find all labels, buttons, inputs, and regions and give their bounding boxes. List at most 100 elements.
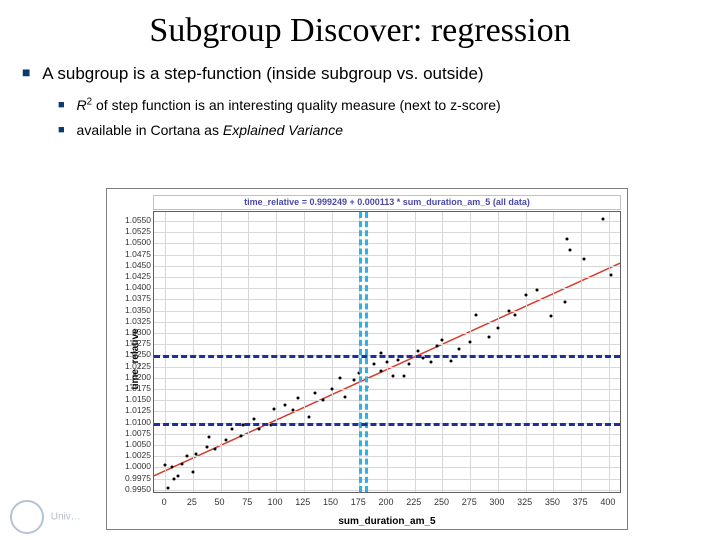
chart-plot-area bbox=[153, 211, 621, 493]
chart-point bbox=[408, 363, 411, 366]
chart-xtick: 25 bbox=[180, 497, 204, 507]
chart-point bbox=[230, 428, 233, 431]
chart-xtick: 300 bbox=[485, 497, 509, 507]
chart-point bbox=[321, 399, 324, 402]
chart-ytick: 1.0225 bbox=[109, 361, 151, 371]
chart-ytick: 0.9975 bbox=[109, 473, 151, 483]
chart-xtick: 225 bbox=[402, 497, 426, 507]
chart-xtick: 200 bbox=[374, 497, 398, 507]
chart-point bbox=[550, 314, 553, 317]
chart-point bbox=[164, 464, 167, 467]
chart-point bbox=[258, 428, 261, 431]
chart-xtick: 375 bbox=[568, 497, 592, 507]
chart-point bbox=[339, 376, 342, 379]
chart-ytick: 1.0175 bbox=[109, 383, 151, 393]
chart-xtick: 0 bbox=[152, 497, 176, 507]
chart-point bbox=[441, 338, 444, 341]
chart-point bbox=[291, 409, 294, 412]
chart-ytick: 1.0350 bbox=[109, 305, 151, 315]
chart-point bbox=[569, 249, 572, 252]
chart-ytick: 1.0050 bbox=[109, 439, 151, 449]
chart-point bbox=[602, 217, 605, 220]
chart-point bbox=[225, 439, 228, 442]
chart-ytick: 1.0425 bbox=[109, 271, 151, 281]
chart-point bbox=[297, 396, 300, 399]
chart-point bbox=[535, 289, 538, 292]
chart-point bbox=[435, 345, 438, 348]
chart-ytick: 1.0100 bbox=[109, 417, 151, 427]
chart-point bbox=[177, 475, 180, 478]
chart-point bbox=[496, 327, 499, 330]
chart-point bbox=[330, 387, 333, 390]
chart-xtick: 75 bbox=[235, 497, 259, 507]
footer-logo-area: Univ… bbox=[10, 500, 81, 534]
chart-ytick: 1.0400 bbox=[109, 282, 151, 292]
chart-ytick: 1.0450 bbox=[109, 260, 151, 270]
chart-xtick: 175 bbox=[346, 497, 370, 507]
chart-point bbox=[469, 340, 472, 343]
chart-xtick: 125 bbox=[291, 497, 315, 507]
chart-point bbox=[508, 309, 511, 312]
chart-xtick: 350 bbox=[540, 497, 564, 507]
chart-equation: time_relative = 0.999249 + 0.000113 * su… bbox=[153, 195, 621, 210]
chart-ytick: 1.0000 bbox=[109, 461, 151, 471]
chart-ytick: 1.0325 bbox=[109, 316, 151, 326]
subgroup-boundary-vertical bbox=[365, 212, 368, 492]
chart-xtick: 250 bbox=[429, 497, 453, 507]
chart-point bbox=[380, 370, 383, 373]
slide: Subgroup Discover: regression ■ A subgro… bbox=[0, 0, 720, 540]
bullet-sub-2: ■ available in Cortana as Explained Vari… bbox=[58, 122, 700, 138]
chart-point bbox=[352, 379, 355, 382]
chart-point bbox=[206, 446, 209, 449]
chart-ytick: 1.0525 bbox=[109, 226, 151, 236]
chart-point bbox=[272, 408, 275, 411]
chart-point bbox=[513, 314, 516, 317]
chart-xtick: 400 bbox=[596, 497, 620, 507]
chart-xlabel: sum_duration_am_5 bbox=[153, 516, 621, 527]
bullet-main-text: A subgroup is a step-function (inside su… bbox=[42, 64, 483, 83]
chart-xtick: 50 bbox=[208, 497, 232, 507]
chart-point bbox=[386, 361, 389, 364]
chart-point bbox=[565, 237, 568, 240]
chart-point bbox=[391, 374, 394, 377]
chart-point bbox=[524, 293, 527, 296]
chart-ytick: 1.0500 bbox=[109, 237, 151, 247]
university-logo-icon bbox=[10, 500, 44, 534]
bullet-square-icon: ■ bbox=[58, 124, 65, 136]
chart-ytick: 1.0075 bbox=[109, 428, 151, 438]
chart-point bbox=[191, 470, 194, 473]
chart-point bbox=[372, 363, 375, 366]
chart-point bbox=[417, 349, 420, 352]
chart-point bbox=[214, 448, 217, 451]
chart-xtick: 150 bbox=[319, 497, 343, 507]
chart-point bbox=[308, 416, 311, 419]
chart-point bbox=[450, 359, 453, 362]
chart-point bbox=[283, 403, 286, 406]
chart-point bbox=[458, 347, 461, 350]
chart-panel: time_relative = 0.999249 + 0.000113 * su… bbox=[106, 188, 628, 530]
chart-point bbox=[186, 455, 189, 458]
chart-xtick: 100 bbox=[263, 497, 287, 507]
chart-point bbox=[195, 452, 198, 455]
chart-point bbox=[610, 273, 613, 276]
chart-point bbox=[474, 314, 477, 317]
chart-xtick: 325 bbox=[513, 497, 537, 507]
chart-ytick: 1.0375 bbox=[109, 293, 151, 303]
chart-point bbox=[397, 358, 400, 361]
chart-point bbox=[430, 361, 433, 364]
chart-ytick: 1.0025 bbox=[109, 450, 151, 460]
chart-point bbox=[239, 435, 242, 438]
subgroup-level-horizontal bbox=[154, 423, 620, 426]
chart-ytick: 1.0250 bbox=[109, 349, 151, 359]
chart-point bbox=[583, 258, 586, 261]
chart-point bbox=[563, 300, 566, 303]
bullet-sub-1: ■ R2 of step function is an interesting … bbox=[58, 96, 700, 113]
chart-point bbox=[167, 487, 170, 490]
chart-point bbox=[488, 336, 491, 339]
bullet-square-icon: ■ bbox=[22, 64, 30, 80]
bullet-square-icon: ■ bbox=[58, 99, 65, 111]
footer-text: Univ… bbox=[51, 512, 81, 523]
chart-point bbox=[172, 477, 175, 480]
bullet-sub-1-text: R2 of step function is an interesting qu… bbox=[77, 97, 501, 113]
chart-point bbox=[208, 435, 211, 438]
